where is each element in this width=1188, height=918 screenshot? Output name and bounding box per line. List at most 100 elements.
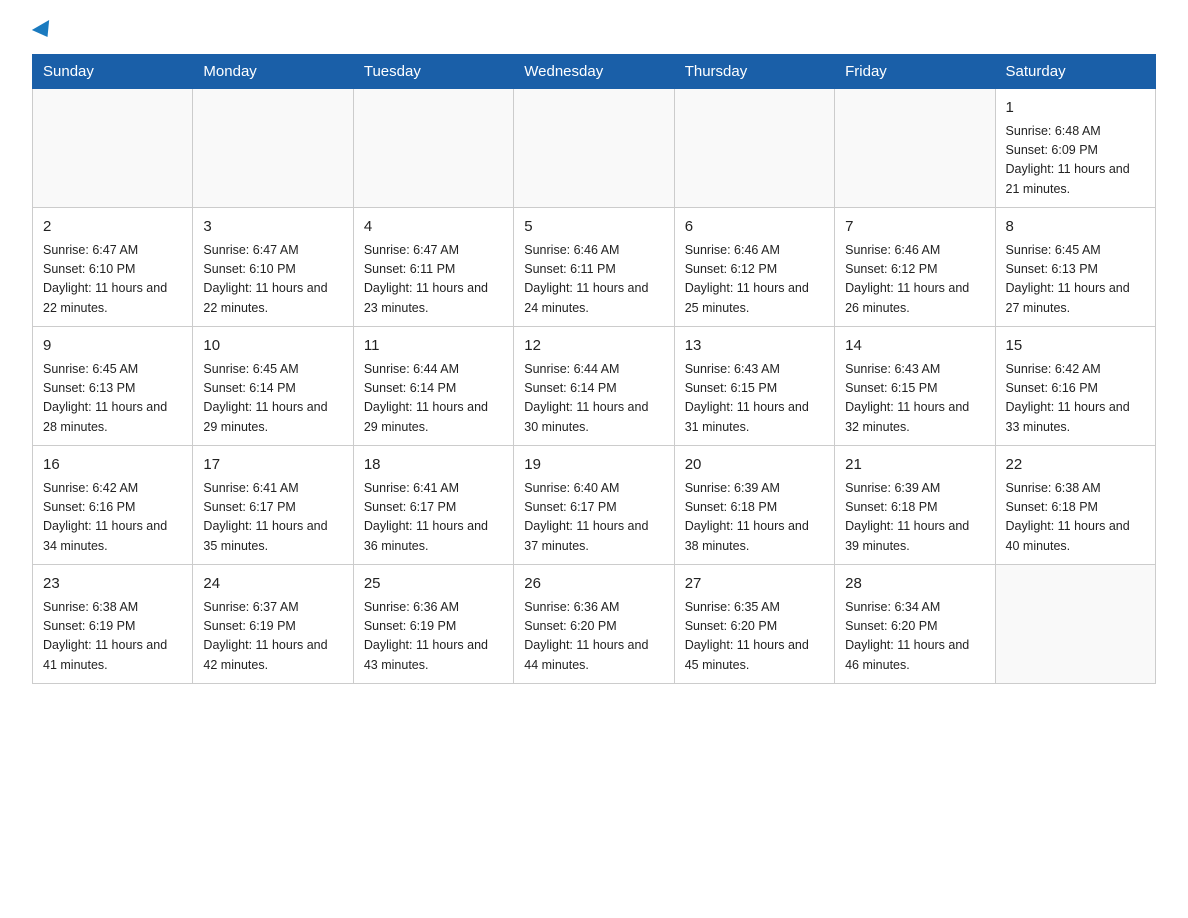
calendar-cell: 19Sunrise: 6:40 AMSunset: 6:17 PMDayligh… — [514, 446, 674, 565]
day-number: 17 — [203, 454, 342, 477]
calendar-cell: 12Sunrise: 6:44 AMSunset: 6:14 PMDayligh… — [514, 327, 674, 446]
calendar-cell: 16Sunrise: 6:42 AMSunset: 6:16 PMDayligh… — [33, 446, 193, 565]
logo — [32, 24, 54, 38]
calendar-cell: 20Sunrise: 6:39 AMSunset: 6:18 PMDayligh… — [674, 446, 834, 565]
calendar-cell: 18Sunrise: 6:41 AMSunset: 6:17 PMDayligh… — [353, 446, 513, 565]
calendar-cell: 7Sunrise: 6:46 AMSunset: 6:12 PMDaylight… — [835, 208, 995, 327]
calendar-cell: 14Sunrise: 6:43 AMSunset: 6:15 PMDayligh… — [835, 327, 995, 446]
day-header-saturday: Saturday — [995, 55, 1155, 89]
calendar-cell: 10Sunrise: 6:45 AMSunset: 6:14 PMDayligh… — [193, 327, 353, 446]
calendar-cell: 23Sunrise: 6:38 AMSunset: 6:19 PMDayligh… — [33, 565, 193, 684]
day-number: 3 — [203, 216, 342, 239]
day-info: Sunrise: 6:41 AMSunset: 6:17 PMDaylight:… — [364, 479, 503, 557]
calendar-cell: 24Sunrise: 6:37 AMSunset: 6:19 PMDayligh… — [193, 565, 353, 684]
calendar-cell: 15Sunrise: 6:42 AMSunset: 6:16 PMDayligh… — [995, 327, 1155, 446]
day-info: Sunrise: 6:46 AMSunset: 6:11 PMDaylight:… — [524, 241, 663, 319]
day-number: 22 — [1006, 454, 1145, 477]
day-header-sunday: Sunday — [33, 55, 193, 89]
day-info: Sunrise: 6:45 AMSunset: 6:13 PMDaylight:… — [43, 360, 182, 438]
day-info: Sunrise: 6:38 AMSunset: 6:18 PMDaylight:… — [1006, 479, 1145, 557]
day-info: Sunrise: 6:37 AMSunset: 6:19 PMDaylight:… — [203, 598, 342, 676]
logo-triangle-icon — [32, 20, 56, 42]
week-row-5: 23Sunrise: 6:38 AMSunset: 6:19 PMDayligh… — [33, 565, 1156, 684]
day-number: 4 — [364, 216, 503, 239]
calendar-cell — [33, 89, 193, 208]
calendar-cell: 26Sunrise: 6:36 AMSunset: 6:20 PMDayligh… — [514, 565, 674, 684]
day-info: Sunrise: 6:45 AMSunset: 6:14 PMDaylight:… — [203, 360, 342, 438]
day-info: Sunrise: 6:40 AMSunset: 6:17 PMDaylight:… — [524, 479, 663, 557]
day-info: Sunrise: 6:48 AMSunset: 6:09 PMDaylight:… — [1006, 122, 1145, 200]
calendar-table: SundayMondayTuesdayWednesdayThursdayFrid… — [32, 54, 1156, 684]
calendar-cell — [514, 89, 674, 208]
day-info: Sunrise: 6:36 AMSunset: 6:20 PMDaylight:… — [524, 598, 663, 676]
calendar-cell: 21Sunrise: 6:39 AMSunset: 6:18 PMDayligh… — [835, 446, 995, 565]
day-info: Sunrise: 6:35 AMSunset: 6:20 PMDaylight:… — [685, 598, 824, 676]
day-number: 27 — [685, 573, 824, 596]
calendar-cell: 2Sunrise: 6:47 AMSunset: 6:10 PMDaylight… — [33, 208, 193, 327]
calendar-cell: 28Sunrise: 6:34 AMSunset: 6:20 PMDayligh… — [835, 565, 995, 684]
calendar-cell — [674, 89, 834, 208]
day-number: 12 — [524, 335, 663, 358]
calendar-cell: 4Sunrise: 6:47 AMSunset: 6:11 PMDaylight… — [353, 208, 513, 327]
day-number: 5 — [524, 216, 663, 239]
day-number: 13 — [685, 335, 824, 358]
day-number: 28 — [845, 573, 984, 596]
week-row-4: 16Sunrise: 6:42 AMSunset: 6:16 PMDayligh… — [33, 446, 1156, 565]
calendar-cell — [353, 89, 513, 208]
day-info: Sunrise: 6:34 AMSunset: 6:20 PMDaylight:… — [845, 598, 984, 676]
day-info: Sunrise: 6:39 AMSunset: 6:18 PMDaylight:… — [685, 479, 824, 557]
day-info: Sunrise: 6:47 AMSunset: 6:11 PMDaylight:… — [364, 241, 503, 319]
day-info: Sunrise: 6:44 AMSunset: 6:14 PMDaylight:… — [364, 360, 503, 438]
day-number: 2 — [43, 216, 182, 239]
day-number: 20 — [685, 454, 824, 477]
day-info: Sunrise: 6:46 AMSunset: 6:12 PMDaylight:… — [845, 241, 984, 319]
day-info: Sunrise: 6:36 AMSunset: 6:19 PMDaylight:… — [364, 598, 503, 676]
day-info: Sunrise: 6:42 AMSunset: 6:16 PMDaylight:… — [43, 479, 182, 557]
day-header-friday: Friday — [835, 55, 995, 89]
calendar-cell: 27Sunrise: 6:35 AMSunset: 6:20 PMDayligh… — [674, 565, 834, 684]
day-info: Sunrise: 6:45 AMSunset: 6:13 PMDaylight:… — [1006, 241, 1145, 319]
day-info: Sunrise: 6:43 AMSunset: 6:15 PMDaylight:… — [685, 360, 824, 438]
day-info: Sunrise: 6:46 AMSunset: 6:12 PMDaylight:… — [685, 241, 824, 319]
day-number: 23 — [43, 573, 182, 596]
calendar-cell: 17Sunrise: 6:41 AMSunset: 6:17 PMDayligh… — [193, 446, 353, 565]
calendar-cell: 25Sunrise: 6:36 AMSunset: 6:19 PMDayligh… — [353, 565, 513, 684]
calendar-cell: 6Sunrise: 6:46 AMSunset: 6:12 PMDaylight… — [674, 208, 834, 327]
day-number: 9 — [43, 335, 182, 358]
calendar-cell: 5Sunrise: 6:46 AMSunset: 6:11 PMDaylight… — [514, 208, 674, 327]
day-header-wednesday: Wednesday — [514, 55, 674, 89]
calendar-cell: 13Sunrise: 6:43 AMSunset: 6:15 PMDayligh… — [674, 327, 834, 446]
day-info: Sunrise: 6:41 AMSunset: 6:17 PMDaylight:… — [203, 479, 342, 557]
day-info: Sunrise: 6:38 AMSunset: 6:19 PMDaylight:… — [43, 598, 182, 676]
day-number: 10 — [203, 335, 342, 358]
day-info: Sunrise: 6:47 AMSunset: 6:10 PMDaylight:… — [203, 241, 342, 319]
calendar-cell — [835, 89, 995, 208]
page-header — [32, 24, 1156, 38]
day-info: Sunrise: 6:43 AMSunset: 6:15 PMDaylight:… — [845, 360, 984, 438]
day-header-tuesday: Tuesday — [353, 55, 513, 89]
week-row-2: 2Sunrise: 6:47 AMSunset: 6:10 PMDaylight… — [33, 208, 1156, 327]
day-number: 14 — [845, 335, 984, 358]
day-number: 19 — [524, 454, 663, 477]
calendar-cell: 9Sunrise: 6:45 AMSunset: 6:13 PMDaylight… — [33, 327, 193, 446]
day-number: 8 — [1006, 216, 1145, 239]
day-number: 18 — [364, 454, 503, 477]
calendar-cell: 11Sunrise: 6:44 AMSunset: 6:14 PMDayligh… — [353, 327, 513, 446]
day-header-monday: Monday — [193, 55, 353, 89]
day-number: 21 — [845, 454, 984, 477]
day-number: 11 — [364, 335, 503, 358]
calendar-cell: 22Sunrise: 6:38 AMSunset: 6:18 PMDayligh… — [995, 446, 1155, 565]
day-number: 1 — [1006, 97, 1145, 120]
day-number: 24 — [203, 573, 342, 596]
day-info: Sunrise: 6:47 AMSunset: 6:10 PMDaylight:… — [43, 241, 182, 319]
calendar-cell: 8Sunrise: 6:45 AMSunset: 6:13 PMDaylight… — [995, 208, 1155, 327]
calendar-cell: 1Sunrise: 6:48 AMSunset: 6:09 PMDaylight… — [995, 89, 1155, 208]
calendar-cell: 3Sunrise: 6:47 AMSunset: 6:10 PMDaylight… — [193, 208, 353, 327]
day-number: 25 — [364, 573, 503, 596]
day-number: 15 — [1006, 335, 1145, 358]
day-number: 26 — [524, 573, 663, 596]
calendar-cell — [995, 565, 1155, 684]
week-row-3: 9Sunrise: 6:45 AMSunset: 6:13 PMDaylight… — [33, 327, 1156, 446]
week-row-1: 1Sunrise: 6:48 AMSunset: 6:09 PMDaylight… — [33, 89, 1156, 208]
calendar-cell — [193, 89, 353, 208]
